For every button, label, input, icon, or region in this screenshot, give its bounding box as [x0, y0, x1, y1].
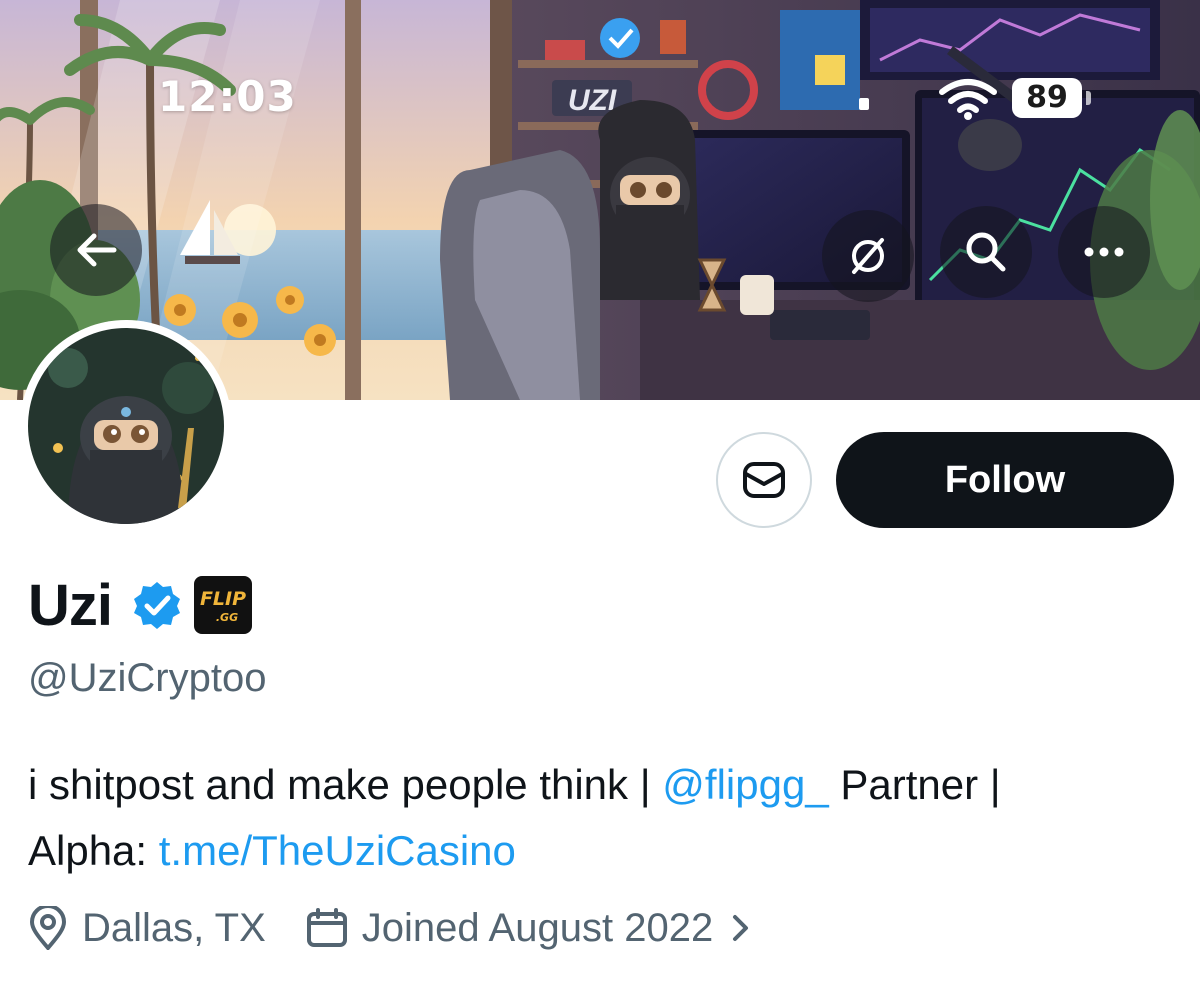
battery-indicator: 89	[1012, 78, 1082, 118]
svg-text:.GG: .GG	[216, 611, 238, 624]
profile-bio: i shitpost and make people think | @flip…	[28, 752, 1178, 884]
affiliate-badge[interactable]: FLIP .GG	[194, 576, 252, 634]
flip-gg-logo-icon: FLIP .GG	[200, 588, 246, 624]
back-button[interactable]	[50, 204, 142, 296]
joined-item[interactable]: Joined August 2022	[306, 906, 751, 951]
joined-text: Joined August 2022	[361, 905, 714, 950]
location-item: Dallas, TX	[28, 906, 266, 951]
status-time: 12:03	[158, 72, 297, 121]
location-text: Dallas, TX	[82, 905, 266, 950]
search-button[interactable]	[940, 206, 1032, 298]
profile-meta-row: Dallas, TX Joined August 2022	[28, 896, 751, 960]
chevron-right-icon	[733, 915, 749, 941]
more-icon	[1084, 247, 1124, 257]
avatar-image	[28, 328, 224, 524]
back-arrow-icon	[77, 233, 117, 267]
message-button[interactable]	[716, 432, 812, 528]
svg-text:FLIP: FLIP	[200, 588, 246, 610]
profile-handle: @UziCryptoo	[28, 656, 267, 700]
profile-name-row: Uzi FLIP .GG	[28, 572, 252, 638]
battery-nub	[1086, 91, 1091, 105]
grok-icon	[852, 238, 884, 274]
cellular-signal-icon	[859, 98, 869, 110]
mail-icon	[743, 462, 785, 498]
grok-button[interactable]	[822, 210, 914, 302]
bio-text-tail: Partner |	[828, 761, 1001, 808]
display-name: Uzi	[28, 572, 113, 638]
bio-text: i shitpost and make people think |	[28, 761, 663, 808]
profile-avatar[interactable]	[20, 320, 232, 532]
wifi-icon	[939, 79, 997, 120]
more-options-button[interactable]	[1058, 206, 1150, 298]
bio-url-link[interactable]: t.me/TheUziCasino	[159, 827, 516, 874]
location-pin-icon	[29, 906, 67, 950]
calendar-icon	[306, 908, 347, 947]
search-icon	[966, 232, 1006, 272]
follow-button[interactable]: Follow	[836, 432, 1174, 528]
bio-mention-link[interactable]: @flipgg_	[662, 761, 828, 808]
bio-alpha-label: Alpha:	[28, 827, 159, 874]
verified-badge-icon[interactable]	[132, 580, 182, 630]
